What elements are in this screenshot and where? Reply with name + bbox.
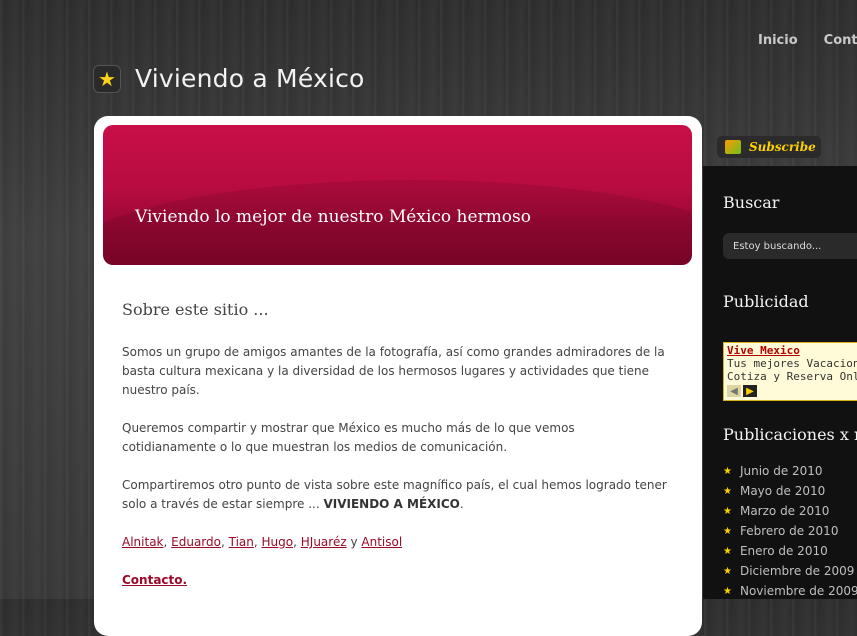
star-bullet-icon: ★ <box>723 545 732 557</box>
contact-link[interactable]: Contacto. <box>122 573 187 587</box>
subscribe-label: Subscribe <box>749 140 816 154</box>
archive-item[interactable]: ★ Noviembre de 2009 <box>723 581 857 601</box>
next-arrow-icon[interactable]: ▶ <box>743 385 757 397</box>
search-input[interactable] <box>723 233 857 259</box>
archive-list: ★ Junio de 2010 ★ Mayo de 2010 ★ Marzo de 2… <box>723 461 857 601</box>
sidebar: Buscar Publicidad Vive Mexico Tus mejore… <box>703 166 857 599</box>
search-heading: Buscar <box>723 193 780 212</box>
author-link[interactable]: Tian <box>229 535 254 549</box>
ad-text-line: Tus mejores Vacaciones <box>727 357 857 370</box>
prev-arrow-icon[interactable]: ◀ <box>727 385 741 397</box>
archive-item[interactable]: ★ Mayo de 2010 <box>723 481 857 501</box>
site-title[interactable]: Viviendo a México <box>135 64 365 93</box>
author-link[interactable]: Alnitak <box>122 535 164 549</box>
star-bullet-icon: ★ <box>723 585 732 597</box>
site-brand[interactable]: ★ Viviendo a México <box>93 64 365 93</box>
authors-line: Alnitak, Eduardo, Tian, Hugo, HJuaréz y … <box>122 535 403 549</box>
section-heading: Sobre este sitio ... <box>122 300 269 319</box>
ads-heading: Publicidad <box>723 292 809 311</box>
star-bullet-icon: ★ <box>723 525 732 537</box>
bold-site-name: VIVIENDO A MÉXICO <box>323 497 460 511</box>
author-link[interactable]: Antisol <box>361 535 402 549</box>
paragraph-1: Somos un grupo de amigos amantes de la f… <box>122 345 665 397</box>
ad-text-line: Cotiza y Reserva Online <box>727 370 857 383</box>
archive-item[interactable]: ★ Enero de 2010 <box>723 541 857 561</box>
author-link[interactable]: Eduardo <box>171 535 221 549</box>
author-link[interactable]: Hugo <box>262 535 294 549</box>
archive-item[interactable]: ★ Marzo de 2010 <box>723 501 857 521</box>
rss-icon <box>725 140 741 154</box>
subscribe-button[interactable]: Subscribe <box>717 136 821 158</box>
ad-box[interactable]: Vive Mexico Tus mejores Vacaciones Cotiz… <box>723 342 857 401</box>
star-icon: ★ <box>93 64 121 93</box>
star-bullet-icon: ★ <box>723 505 732 517</box>
top-nav: Inicio Conta <box>758 33 857 48</box>
star-bullet-icon: ★ <box>723 565 732 577</box>
header-banner: Viviendo lo mejor de nuestro México herm… <box>103 125 692 265</box>
banner-tagline: Viviendo lo mejor de nuestro México herm… <box>135 207 532 227</box>
archive-item[interactable]: ★ Junio de 2010 <box>723 461 857 481</box>
author-link[interactable]: HJuaréz <box>301 535 347 549</box>
paragraph-2: Queremos compartir y mostrar que México … <box>122 421 575 454</box>
paragraph-3: Compartiremos otro punto de vista sobre … <box>122 478 667 511</box>
archive-item[interactable]: ★ Diciembre de 2009 <box>723 561 857 581</box>
nav-contacto[interactable]: Conta <box>824 33 857 48</box>
ad-title-link[interactable]: Vive Mexico <box>727 344 857 357</box>
post-content: Sobre este sitio ... Somos un grupo de a… <box>122 300 667 609</box>
nav-inicio[interactable]: Inicio <box>758 33 798 48</box>
archive-item[interactable]: ★ Febrero de 2010 <box>723 521 857 541</box>
main-content: Viviendo lo mejor de nuestro México herm… <box>94 116 702 636</box>
archive-heading: Publicaciones x mes <box>723 425 857 444</box>
star-bullet-icon: ★ <box>723 485 732 497</box>
star-bullet-icon: ★ <box>723 465 732 477</box>
